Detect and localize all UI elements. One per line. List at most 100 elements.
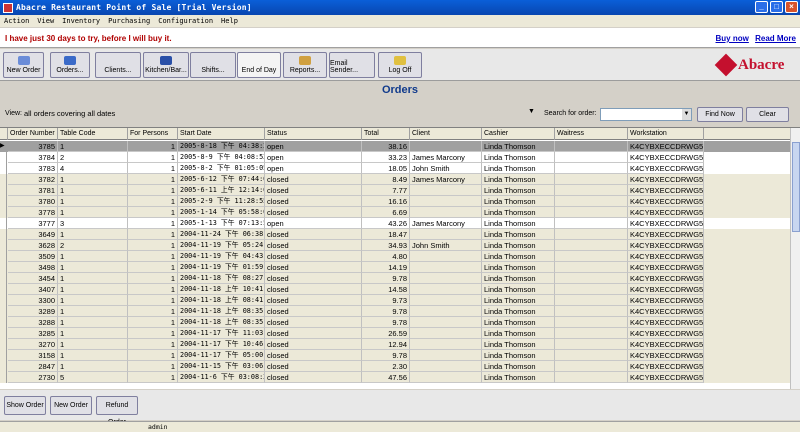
row-indicator[interactable] — [0, 295, 7, 306]
new-order-icon — [17, 56, 30, 65]
vertical-scrollbar[interactable] — [790, 128, 800, 389]
row-indicator[interactable]: ▶ — [0, 141, 7, 152]
row-indicator[interactable] — [0, 350, 7, 361]
row-indicator[interactable] — [0, 185, 7, 196]
table-row[interactable]: 3289 1 1 2004-11-18 上午 08:35: closed 9.78 Lind… — [0, 306, 790, 317]
table-row[interactable]: 3407 1 1 2004-11-18 上午 10:41: closed 14.58 Lin… — [0, 284, 790, 295]
table-row[interactable]: 3285 1 1 2004-11-17 下午 11:03: closed 26.59 Lin… — [0, 328, 790, 339]
find-now-button[interactable]: Find Now — [697, 107, 743, 122]
row-indicator[interactable] — [0, 196, 7, 207]
cell-table-code: 1 — [58, 273, 128, 284]
end-of-day-button[interactable]: End of Day — [237, 52, 281, 78]
table-row[interactable]: 3781 1 1 2005-6-11 上午 12:14:0 closed 7.77 Lind… — [0, 185, 790, 196]
table-row[interactable]: 3777 3 1 2005-1-13 下午 07:13:55 open 43.26 Jame… — [0, 218, 790, 229]
view-dropdown-arrow-icon[interactable]: ▼ — [528, 108, 535, 115]
kitchen-bar-button[interactable]: Kitchen/Bar... — [143, 52, 189, 78]
col-for-persons[interactable]: For Persons — [128, 128, 178, 140]
table-row[interactable]: 3288 1 1 2004-11-18 上午 08:35: closed 9.78 Lind… — [0, 317, 790, 328]
row-indicator[interactable] — [0, 251, 7, 262]
maximize-button[interactable]: □ — [770, 1, 783, 13]
close-button[interactable]: × — [785, 1, 798, 13]
view-select[interactable]: all orders covering all dates — [22, 108, 542, 120]
cell-start-date: 2005-8-2 下午 01:05:05 — [178, 163, 265, 174]
scrollbar-thumb[interactable] — [792, 142, 800, 232]
table-row[interactable]: 3780 1 1 2005-2-9 下午 11:28:55 closed 16.16 Lin… — [0, 196, 790, 207]
menu-help[interactable]: Help — [221, 17, 238, 25]
search-dropdown-arrow-icon[interactable]: ▼ — [682, 109, 691, 120]
table-row[interactable]: 3784 2 1 2005-8-9 下午 04:08:52 open 33.23 James… — [0, 152, 790, 163]
row-indicator[interactable] — [0, 152, 7, 163]
row-indicator[interactable] — [0, 229, 7, 240]
row-indicator[interactable] — [0, 163, 7, 174]
menu-view[interactable]: View — [37, 17, 54, 25]
col-table-code[interactable]: Table Code — [58, 128, 128, 140]
buy-now-link[interactable]: Buy now — [716, 34, 749, 43]
row-indicator[interactable] — [0, 306, 7, 317]
table-row[interactable]: 3454 1 1 2004-11-18 下午 08:27: closed 9.78 Lind… — [0, 273, 790, 284]
table-row[interactable]: 2847 1 1 2004-11-15 下午 03:06: closed 2.30 Lind… — [0, 361, 790, 372]
row-indicator[interactable] — [0, 262, 7, 273]
row-indicator[interactable] — [0, 284, 7, 295]
new-order-button[interactable]: New Order — [3, 52, 44, 78]
table-row[interactable]: 3300 1 1 2004-11-18 上午 08:41: closed 9.73 Lind… — [0, 295, 790, 306]
table-row[interactable]: 3649 1 1 2004-11-24 下午 06:38: closed 18.47 Lin… — [0, 229, 790, 240]
cell-table-code: 1 — [58, 141, 128, 152]
table-row[interactable]: ▶ 3785 1 1 2005-8-18 下午 04:38:29 open 38.16 Lin… — [0, 141, 790, 152]
cell-cashier: Linda Thomson — [482, 350, 555, 361]
row-indicator[interactable] — [0, 218, 7, 229]
shifts-button[interactable]: Shifts... — [190, 52, 236, 78]
table-row[interactable]: 3783 4 1 2005-8-2 下午 01:05:05 open 18.05 John … — [0, 163, 790, 174]
table-row[interactable]: 3782 1 1 2005-6-12 下午 07:44:0 closed 8.49 Jame… — [0, 174, 790, 185]
show-order-button[interactable]: Show Order — [4, 396, 46, 415]
cell-waitress — [555, 328, 628, 339]
col-waitress[interactable]: Waitress — [555, 128, 628, 140]
table-row[interactable]: 3270 1 1 2004-11-17 下午 10:46: closed 12.94 Lin… — [0, 339, 790, 350]
col-total[interactable]: Total — [362, 128, 410, 140]
orders-button[interactable]: Orders... — [50, 52, 90, 78]
orders-grid[interactable]: Order Number Table Code For Persons Star… — [0, 127, 800, 389]
table-row[interactable]: 3509 1 1 2004-11-19 下午 04:43: closed 4.80 Lind… — [0, 251, 790, 262]
row-indicator[interactable] — [0, 240, 7, 251]
menu-inventory[interactable]: Inventory — [62, 17, 100, 25]
cell-workstation: K4CYBXECCDRWG5 — [628, 262, 704, 273]
menu-purchasing[interactable]: Purchasing — [108, 17, 150, 25]
cell-order-number: 3784 — [8, 152, 58, 163]
clients-button[interactable]: Clients... — [95, 52, 141, 78]
refund-order-button[interactable]: Refund Order — [96, 396, 138, 426]
menu-configuration[interactable]: Configuration — [158, 17, 213, 25]
cell-cashier: Linda Thomson — [482, 317, 555, 328]
reports-button[interactable]: Reports... — [283, 52, 327, 78]
read-more-link[interactable]: Read More — [755, 34, 796, 43]
row-indicator[interactable] — [0, 328, 7, 339]
table-row[interactable]: 2730 5 1 2004-11-6 下午 03:08:2 closed 47.56 Lin… — [0, 372, 790, 383]
row-indicator[interactable] — [0, 317, 7, 328]
col-cashier[interactable]: Cashier — [482, 128, 555, 140]
cell-client: James Marcony — [410, 152, 482, 163]
table-row[interactable]: 3628 2 1 2004-11-19 下午 05:24: closed 34.93 Joh… — [0, 240, 790, 251]
menu-action[interactable]: Action — [4, 17, 29, 25]
email-sender-button[interactable]: Email Sender... — [329, 52, 375, 78]
row-indicator[interactable] — [0, 174, 7, 185]
col-order-number[interactable]: Order Number — [8, 128, 58, 140]
col-start-date[interactable]: Start Date — [178, 128, 265, 140]
row-indicator[interactable] — [0, 361, 7, 372]
log-off-button[interactable]: Log Off — [378, 52, 422, 78]
row-indicator[interactable] — [0, 372, 7, 383]
cell-for-persons: 1 — [128, 251, 178, 262]
search-input[interactable]: ▼ — [600, 108, 692, 121]
row-indicator[interactable] — [0, 339, 7, 350]
table-row[interactable]: 3158 1 1 2004-11-17 下午 05:00: closed 9.78 Lind… — [0, 350, 790, 361]
row-indicator[interactable] — [0, 207, 7, 218]
col-status[interactable]: Status — [265, 128, 362, 140]
cell-workstation: K4CYBXECCDRWG5 — [628, 141, 704, 152]
col-workstation[interactable]: Workstation — [628, 128, 704, 140]
clear-button[interactable]: Clear — [746, 107, 789, 122]
col-client[interactable]: Client — [410, 128, 482, 140]
new-order-bottom-button[interactable]: New Order — [50, 396, 92, 415]
cell-cashier: Linda Thomson — [482, 174, 555, 185]
cell-total: 14.19 — [362, 262, 410, 273]
table-row[interactable]: 3498 1 1 2004-11-19 下午 01:59: closed 14.19 Lin… — [0, 262, 790, 273]
table-row[interactable]: 3778 1 1 2005-1-14 下午 05:58:0 closed 6.69 Lind… — [0, 207, 790, 218]
minimize-button[interactable]: _ — [755, 1, 768, 13]
row-indicator[interactable] — [0, 273, 7, 284]
